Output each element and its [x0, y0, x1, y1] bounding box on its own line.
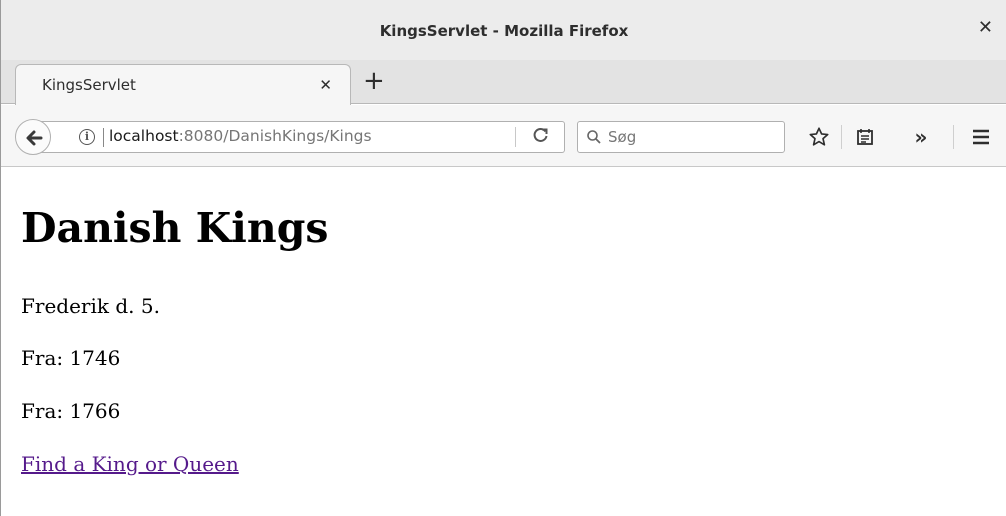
back-arrow-icon: [26, 130, 43, 146]
king-name: Frederik d. 5.: [21, 294, 160, 318]
window-title: KingsServlet - Mozilla Firefox: [379, 22, 629, 40]
reload-separator: [515, 127, 516, 147]
to-year: Fra: 1766: [21, 399, 121, 423]
bookmark-star-icon[interactable]: [803, 121, 835, 153]
url-bar[interactable]: i localhost:8080/DanishKings/Kings: [37, 121, 565, 153]
from-year: Fra: 1746: [21, 346, 121, 370]
new-tab-button[interactable]: +: [363, 66, 385, 96]
find-king-link[interactable]: Find a King or Queen: [21, 452, 239, 476]
browser-window: KingsServlet - Mozilla Firefox ✕ KingsSe…: [0, 0, 1006, 516]
tab-label: KingsServlet: [42, 76, 136, 94]
tab-close-icon[interactable]: ✕: [319, 76, 332, 94]
reader-view-icon[interactable]: [849, 121, 881, 153]
page-title: Danish Kings: [21, 204, 329, 252]
page-content: Danish Kings Frederik d. 5. Fra: 1746 Fr…: [21, 168, 1001, 516]
hamburger-menu-icon[interactable]: [965, 121, 997, 153]
url-separator: [103, 128, 104, 147]
url-path: :8080/DanishKings/Kings: [178, 127, 372, 145]
overflow-chevron-icon[interactable]: »: [905, 121, 937, 153]
url-text[interactable]: localhost:8080/DanishKings/Kings: [109, 127, 372, 145]
url-host: localhost: [109, 127, 179, 145]
search-icon: [587, 130, 601, 144]
window-close-icon[interactable]: ✕: [978, 19, 993, 37]
title-bar: KingsServlet - Mozilla Firefox ✕: [1, 0, 1006, 64]
tab-strip: KingsServlet ✕ +: [1, 60, 1006, 105]
navigation-bar: i localhost:8080/DanishKings/Kings Søg »: [1, 105, 1006, 167]
toolbar-separator: [841, 125, 842, 149]
tab-kingsservlet[interactable]: KingsServlet ✕: [15, 64, 351, 105]
reload-icon[interactable]: [533, 127, 549, 147]
search-input[interactable]: Søg: [577, 121, 785, 153]
info-icon[interactable]: i: [79, 129, 95, 145]
toolbar-separator: [953, 125, 954, 149]
back-button[interactable]: [15, 119, 51, 155]
search-placeholder: Søg: [608, 128, 637, 146]
